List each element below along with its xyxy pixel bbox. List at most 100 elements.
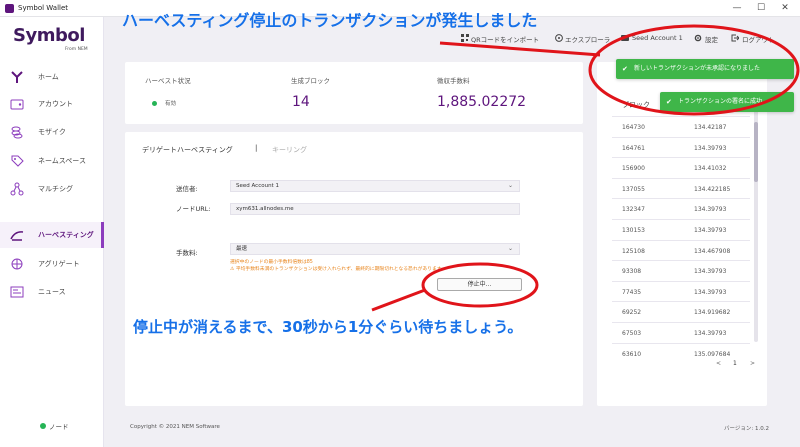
fee-cell: 134.42187 [694,124,727,131]
sidebar-item-label: アカウント [38,100,73,108]
block-height-cell: 93308 [622,268,642,276]
block-height-cell: 164761 [622,144,645,152]
sidebar-item-aggregate[interactable]: アグリゲート [0,251,104,277]
check-circle-icon: ✔ [666,98,672,106]
table-row: 130153 134.39793 [612,219,750,240]
sidebar: Symbol From NEM ホーム アカウント モザイク ネームスペース マ… [0,17,104,447]
sender-value: Seed Account 1 [236,183,279,189]
node-button[interactable]: ノード [49,421,69,431]
tab-keyring[interactable]: キーリング [272,145,307,155]
chevron-down-icon: ⌄ [507,245,513,252]
toast-unconfirmed-text: 新しいトランザクションが未承認になりました [634,65,761,72]
news-icon [10,286,24,298]
table-row: 93308 134.39793 [612,260,750,281]
table-row: 63610 135.097684 [612,342,750,364]
block-column-header: ブロック [622,101,650,109]
block-height-cell: 69252 [622,309,642,317]
chevron-down-icon: ⌄ [507,182,513,189]
status-active-dot [152,101,157,106]
mosaic-icon [11,126,23,139]
sidebar-item-label: アグリゲート [38,260,80,268]
node-url-value: xym631.allnodes.me [236,206,294,212]
fee-warning-note: ⚠ 平均手数料未満のトランザクションは受け入れられず、最終的に期限切れとなる恐れ… [230,267,442,272]
block-height-cell: 77435 [622,288,642,296]
logout-icon [731,34,739,42]
brand-logo: Symbol [13,25,85,46]
explorer-icon [555,34,563,42]
sidebar-item-multisig[interactable]: マルチシグ [0,176,104,202]
node-url-input[interactable]: xym631.allnodes.me [230,203,520,215]
explorer-link[interactable]: エクスプローラ [565,34,610,44]
harvest-stats-card: ハーベスト状況 有効 生成ブロック 14 徴収手数料 1,885.02272 [125,62,583,124]
block-height-cell: 130153 [622,227,645,234]
sender-select[interactable]: Seed Account 1 ⌄ [230,180,520,192]
settings-link[interactable]: 設定 [705,34,718,44]
footer-version: バージョン: 1.0.2 [724,426,769,432]
sidebar-item-home[interactable]: ホーム [0,64,104,90]
collected-fees-value: 1,885.02272 [437,94,527,110]
stop-harvesting-button[interactable]: 停止中... [437,278,522,291]
sidebar-item-namespace[interactable]: ネームスペース [0,148,104,174]
table-row: 132347 134.39793 [612,198,750,219]
table-row: 67503 134.39793 [612,322,750,343]
fee-cell: 135.097684 [694,350,731,358]
table-row: 164761 134.39793 [612,136,750,158]
node-url-label: ノードURL: [176,205,211,213]
sidebar-item-label: マルチシグ [38,185,73,193]
table-scrollbar[interactable] [754,92,758,342]
delegate-harvesting-card: デリゲートハーベスティング | キーリング 送信者: Seed Account … [125,132,583,406]
wallet-icon [621,35,629,41]
fee-select[interactable]: 最速 ⌄ [230,243,520,255]
harvest-status-value: 有効 [165,101,177,107]
sidebar-item-mosaic[interactable]: モザイク [0,119,104,145]
multisig-icon [10,182,24,196]
table-row: 137055 134.422185 [612,177,750,199]
block-height-cell: 125108 [622,247,645,255]
harvesting-icon [10,231,24,241]
sidebar-item-news[interactable]: ニュース [0,279,104,305]
block-height-cell: 132347 [622,206,645,214]
toast-signed-text: トランザクションの署名に成功 [678,98,763,105]
generated-blocks-label: 生成ブロック [291,77,330,85]
fee-cell: 134.919682 [694,309,731,317]
collected-fees-label: 徴収手数料 [437,77,470,85]
fee-cell: 134.39793 [694,144,727,152]
app-icon [5,4,14,13]
namespace-icon [11,155,24,167]
fee-cell: 134.41032 [694,165,727,173]
table-row: 164730 134.42187 [612,116,750,137]
block-height-cell: 67503 [622,330,642,337]
sidebar-item-account[interactable]: アカウント [0,91,104,117]
account-selector[interactable]: Seed Account 1 [632,34,683,42]
maximize-button[interactable]: ☐ [754,2,768,14]
minimize-button[interactable]: — [730,2,744,14]
logout-link[interactable]: ログアウト [742,34,775,44]
sidebar-item-label: モザイク [38,128,66,136]
fee-cell: 134.422185 [694,185,731,193]
pager-page[interactable]: 1 [733,360,737,367]
fee-cell: 134.467908 [694,247,731,255]
check-circle-icon: ✔ [622,65,628,73]
toast-signed: ✔ トランザクションの署名に成功 [660,92,794,112]
account-icon [10,99,24,110]
block-height-cell: 63610 [622,350,642,358]
tab-delegate-harvesting[interactable]: デリゲートハーベスティング [142,145,233,155]
qr-import-link[interactable]: QRコードをインポート [471,34,539,44]
table-row: 69252 134.919682 [612,301,750,322]
table-row: 125108 134.467908 [612,239,750,261]
sender-label: 送信者: [176,185,198,193]
aggregate-icon [11,258,23,270]
pager-next[interactable]: > [750,360,755,367]
fee-value: 最速 [236,246,248,252]
sidebar-item-label: ニュース [38,288,66,296]
fee-cell: 134.39793 [694,330,727,337]
generated-blocks-value: 14 [292,94,310,110]
pager-prev[interactable]: < [716,360,721,367]
block-height-cell: 137055 [622,185,645,193]
fee-cell: 134.39793 [694,268,727,276]
tab-separator: | [255,144,258,152]
sidebar-item-label: ハーベスティング [38,231,94,239]
block-height-cell: 156900 [622,165,645,173]
close-button[interactable]: ✕ [778,2,792,14]
sidebar-item-harvesting[interactable]: ハーベスティング [0,222,104,248]
